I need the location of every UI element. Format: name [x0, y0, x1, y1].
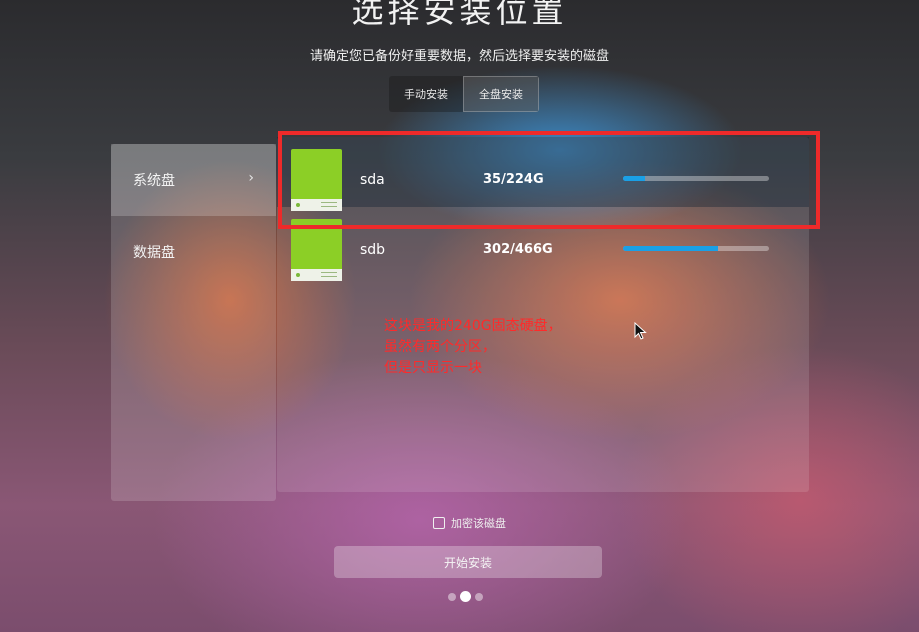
page-title: 选择安装位置	[351, 0, 568, 30]
page-dot[interactable]	[448, 592, 456, 601]
annotation-line: 但是只显示一块	[384, 360, 482, 376]
encrypt-checkbox[interactable]	[433, 517, 445, 529]
red-highlight-box	[278, 131, 820, 229]
annotation-line: 这块是我的240G固态硬盘，	[384, 318, 562, 334]
chevron-right-icon: ›	[248, 170, 254, 186]
annotation-line: 虽然有两个分区，	[384, 339, 496, 355]
disk-name: sdb	[360, 242, 386, 258]
disk-size: 302/466G	[483, 242, 553, 257]
page-dot-active[interactable]	[460, 591, 471, 602]
page-dot[interactable]	[475, 592, 483, 601]
sidebar-item-data-disk[interactable]: 数据盘	[111, 216, 276, 288]
encrypt-disk-option[interactable]: 加密该磁盘	[433, 515, 506, 531]
pagination-dots	[448, 591, 483, 602]
tab-full-disk-install[interactable]: 全盘安装	[463, 76, 539, 112]
start-install-button[interactable]: 开始安装	[334, 546, 602, 578]
mouse-cursor-icon	[634, 322, 647, 340]
sidebar-item-system-disk[interactable]: 系统盘 ›	[111, 144, 276, 216]
install-mode-tabs: 手动安装 全盘安装	[389, 76, 539, 112]
tab-manual-install[interactable]: 手动安装	[389, 76, 463, 112]
sidebar-item-label: 数据盘	[133, 245, 175, 261]
annotation-note: 这块是我的240G固态硬盘， 虽然有两个分区， 但是只显示一块	[384, 316, 562, 379]
page-subtitle: 请确定您已备份好重要数据，然后选择要安装的磁盘	[309, 49, 609, 64]
disk-usage-fill	[623, 246, 718, 251]
disk-type-sidebar: 系统盘 › 数据盘	[111, 144, 276, 501]
sidebar-item-label: 系统盘	[133, 173, 175, 189]
disk-usage-bar	[623, 246, 769, 251]
encrypt-label: 加密该磁盘	[451, 517, 506, 530]
